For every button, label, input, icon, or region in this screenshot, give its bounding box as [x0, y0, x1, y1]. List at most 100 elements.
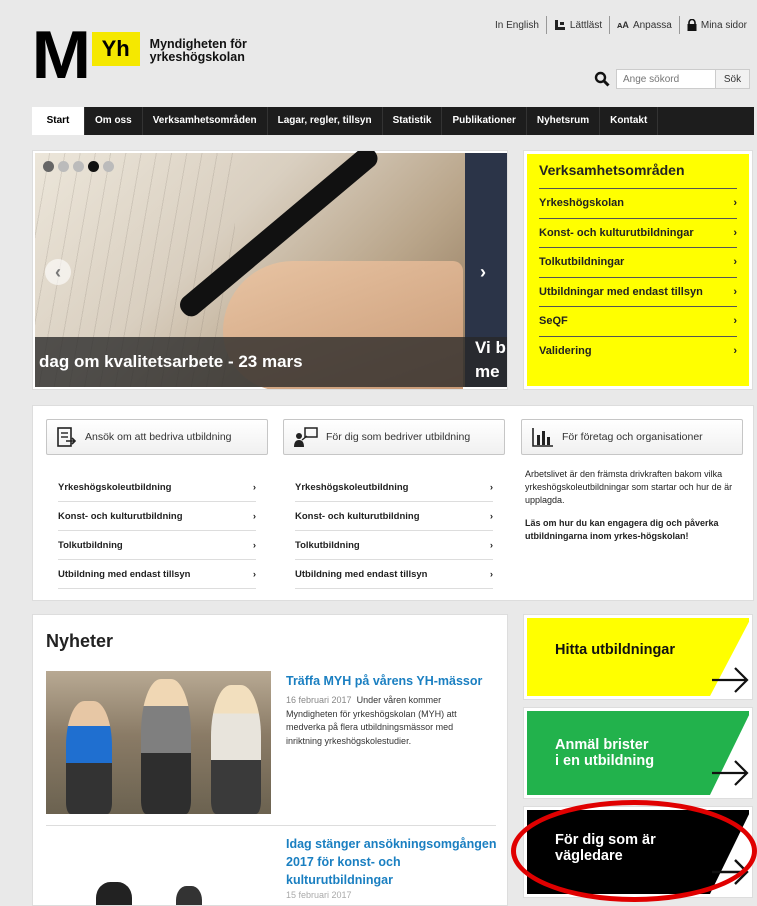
- vagledare-label-line-1: För dig som är: [555, 832, 656, 848]
- verksamhet-item-label: Validering: [539, 345, 592, 358]
- anmal-label-line-2: i en utbildning: [555, 753, 655, 769]
- lattlast-link[interactable]: Lättläst: [554, 19, 602, 31]
- easy-read-icon: [554, 20, 565, 30]
- tile-inner: För dig som är vägledare: [527, 810, 749, 894]
- chevron-right-icon: ›: [489, 510, 493, 522]
- list-item[interactable]: Konst- och kulturutbildning ›: [58, 502, 256, 531]
- chevron-right-icon: ›: [252, 539, 256, 551]
- verksamhet-item[interactable]: Utbildningar med endast tillsyn ›: [539, 278, 737, 307]
- verksamhet-item-label: Utbildningar med endast tillsyn: [539, 285, 703, 298]
- mina-sidor-label: Mina sidor: [700, 19, 747, 31]
- chevron-right-icon: ›: [733, 226, 737, 239]
- ansok-button[interactable]: Ansök om att bedriva utbildning: [46, 419, 268, 455]
- search-input[interactable]: [616, 69, 716, 89]
- news-title-2[interactable]: Idag stänger ansökningsomgången 2017 för…: [286, 835, 501, 889]
- news-title-1[interactable]: Träffa MYH på vårens YH-mässor: [286, 673, 501, 689]
- anpassa-link[interactable]: ᴀA Anpassa: [617, 20, 672, 31]
- list-item[interactable]: Utbildning med endast tillsyn ›: [295, 560, 493, 589]
- vagledare-tile[interactable]: För dig som är vägledare: [523, 806, 753, 898]
- news-heading: Nyheter: [46, 631, 114, 651]
- verksamhet-item[interactable]: SeQF ›: [539, 307, 737, 337]
- chevron-right-icon: ›: [489, 481, 493, 493]
- verksamhet-panel: Verksamhetsområden Yrkeshögskolan › Konst…: [523, 150, 753, 390]
- anmal-label-line-1: Anmäl brister: [555, 737, 649, 753]
- slider-dot[interactable]: [58, 161, 69, 172]
- column-foretag: För företag och organisationer Arbetsliv…: [521, 419, 743, 543]
- list-item-label: Tolkutbildning: [295, 539, 360, 551]
- search-bar: Sök: [594, 69, 750, 89]
- verksamhet-item[interactable]: Konst- och kulturutbildningar ›: [539, 219, 737, 248]
- news-date-2: 15 februari 2017: [286, 890, 352, 900]
- hero-caption-next[interactable]: Vi b me: [465, 337, 507, 387]
- list-item[interactable]: Tolkutbildning ›: [295, 531, 493, 560]
- hero-caption[interactable]: dag om kvalitetsarbete - 23 mars: [35, 337, 465, 387]
- verksamhet-item[interactable]: Yrkeshögskolan ›: [539, 189, 737, 219]
- search-button[interactable]: Sök: [716, 69, 750, 89]
- chevron-right-icon: ›: [252, 481, 256, 493]
- nav-lagar-regler-tillsyn[interactable]: Lagar, regler, tillsyn: [268, 107, 383, 135]
- audience-columns: Ansök om att bedriva utbildning Yrkeshög…: [32, 405, 754, 601]
- foretag-text-2[interactable]: Läs om hur du kan engagera dig och påver…: [525, 517, 739, 543]
- slider-next-icon[interactable]: ›: [473, 259, 493, 285]
- list-item-label: Tolkutbildning: [58, 539, 123, 551]
- nav-statistik[interactable]: Statistik: [383, 107, 443, 135]
- anpassa-label: Anpassa: [632, 19, 672, 31]
- nav-publikationer[interactable]: Publikationer: [442, 107, 527, 135]
- hitta-utbildningar-tile[interactable]: Hitta utbildningar: [523, 614, 753, 700]
- list-item-label: Konst- och kulturutbildning: [295, 510, 420, 522]
- vagledare-label-line-2: vägledare: [555, 848, 623, 864]
- verksamhet-panel-inner: Verksamhetsområden Yrkeshögskolan › Konst…: [527, 154, 749, 386]
- list-item[interactable]: Konst- och kulturutbildning ›: [295, 502, 493, 531]
- presenter-icon: [294, 427, 318, 447]
- dancer-figure: [176, 886, 202, 905]
- nav-nyhetsrum[interactable]: Nyhetsrum: [527, 107, 601, 135]
- in-english-link[interactable]: In English: [495, 20, 539, 31]
- slider-prev-icon[interactable]: ‹: [45, 259, 71, 285]
- chevron-right-icon: ›: [733, 345, 737, 358]
- search-icon: [594, 71, 610, 87]
- verksamhet-item[interactable]: Validering ›: [539, 337, 737, 367]
- lock-icon: [687, 19, 697, 31]
- site-logo[interactable]: M Yh Myndigheten för yrkeshögskolan: [32, 21, 247, 89]
- list-item[interactable]: Yrkeshögskoleutbildning ›: [58, 473, 256, 502]
- slider-dot[interactable]: [103, 161, 114, 172]
- nav-verksamhetsomraden[interactable]: Verksamhetsområden: [143, 107, 268, 135]
- hero-caption-next-line-1: Vi b: [475, 338, 506, 357]
- slider-dot[interactable]: [73, 161, 84, 172]
- column-ansok: Ansök om att bedriva utbildning Yrkeshög…: [46, 419, 268, 589]
- foretag-button-label: För företag och organisationer: [562, 431, 703, 443]
- person-figure: [141, 679, 191, 814]
- divider: [678, 16, 680, 34]
- list-item[interactable]: Utbildning med endast tillsyn ›: [58, 560, 256, 589]
- anmal-brister-tile[interactable]: Anmäl brister i en utbildning: [523, 707, 753, 799]
- hitta-label: Hitta utbildningar: [555, 642, 676, 658]
- foretag-text: Arbetslivet är den främsta drivkraften b…: [521, 468, 743, 543]
- news-section: Nyheter Träffa MYH på vårens YH-mässor 1…: [32, 614, 508, 906]
- news-image-2[interactable]: [46, 836, 271, 905]
- lattlast-label: Lättläst: [569, 19, 603, 31]
- slider-dot-active[interactable]: [88, 161, 99, 172]
- bedriver-button[interactable]: För dig som bedriver utbildning: [283, 419, 505, 455]
- foretag-button[interactable]: För företag och organisationer: [521, 419, 743, 455]
- pause-icon[interactable]: [43, 161, 54, 172]
- vagledare-label: För dig som är vägledare: [555, 832, 656, 864]
- column-bedriver: För dig som bedriver utbildning Yrkeshög…: [283, 419, 505, 589]
- chevron-right-icon: ›: [252, 510, 256, 522]
- nav-kontakt[interactable]: Kontakt: [600, 107, 659, 135]
- nav-start[interactable]: Start: [32, 107, 85, 135]
- list-item[interactable]: Yrkeshögskoleutbildning ›: [295, 473, 493, 502]
- nav-om-oss[interactable]: Om oss: [85, 107, 143, 135]
- chevron-right-icon: ›: [733, 285, 737, 298]
- verksamhet-item-label: Tolkutbildningar: [539, 256, 625, 269]
- verksamhet-item-label: SeQF: [539, 315, 568, 328]
- utility-bar: In English Lättläst ᴀA Anpassa Mina sido…: [495, 16, 747, 34]
- bedriver-button-label: För dig som bedriver utbildning: [326, 431, 471, 443]
- mina-sidor-link[interactable]: Mina sidor: [687, 19, 747, 31]
- news-image-1[interactable]: [46, 671, 271, 814]
- news-date-1: 16 februari 2017: [286, 695, 352, 705]
- foretag-text-1: Arbetslivet är den främsta drivkraften b…: [525, 469, 733, 505]
- chevron-right-icon: ›: [252, 568, 256, 580]
- list-item[interactable]: Tolkutbildning ›: [58, 531, 256, 560]
- news-body-1: 16 februari 2017 Under våren kommer Mynd…: [286, 694, 476, 748]
- verksamhet-item[interactable]: Tolkutbildningar ›: [539, 248, 737, 278]
